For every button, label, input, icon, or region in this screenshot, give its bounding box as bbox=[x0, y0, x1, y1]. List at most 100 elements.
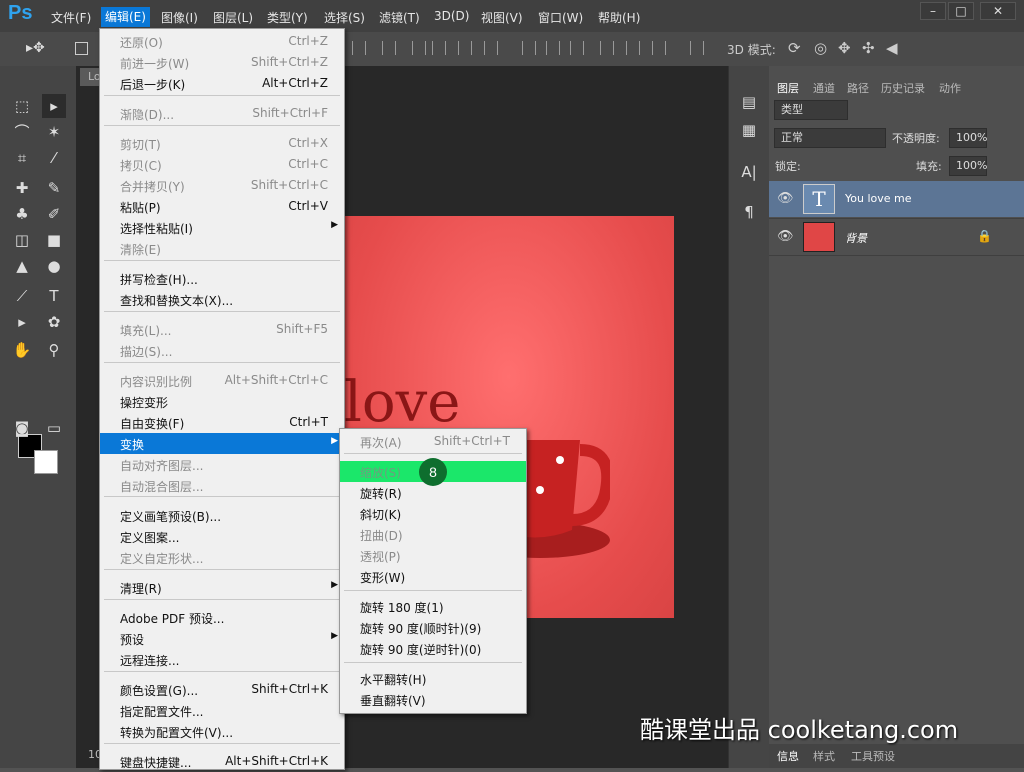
background-color-swatch[interactable] bbox=[34, 450, 58, 474]
eyedropper-icon[interactable]: ⁄ bbox=[42, 146, 66, 170]
edit-menu-item[interactable]: 定义画笔预设(B)... bbox=[100, 505, 344, 526]
align-top-icon[interactable] bbox=[352, 41, 366, 55]
tab-paths[interactable]: 路径 bbox=[847, 80, 869, 96]
edit-menu-item[interactable]: 填充(L)... Shift+F5 bbox=[100, 319, 344, 340]
align-vcenter-icon[interactable] bbox=[382, 41, 396, 55]
distribute-top-icon[interactable] bbox=[522, 41, 536, 55]
type-tool-icon[interactable]: T bbox=[42, 284, 66, 308]
edit-menu-item[interactable]: 自动对齐图层... bbox=[100, 454, 344, 475]
align-hcenter-icon[interactable] bbox=[458, 41, 472, 55]
edit-menu-item[interactable]: 还原(O) Ctrl+Z bbox=[100, 31, 344, 52]
edit-menu-item[interactable]: 查找和替换文本(X)... bbox=[100, 289, 344, 310]
layer-row-text[interactable]: 👁 T You love me bbox=[769, 181, 1024, 217]
edit-menu-item[interactable]: 渐隐(D)... Shift+Ctrl+F bbox=[100, 103, 344, 124]
marquee-tool-icon[interactable]: ⬚ bbox=[10, 94, 34, 118]
transform-menu-item[interactable]: 扭曲(D) bbox=[340, 524, 526, 545]
eraser-tool-icon[interactable]: ◫ bbox=[10, 228, 34, 252]
history-panel-icon[interactable]: ▤ bbox=[737, 90, 761, 114]
quick-mask-icon[interactable]: ◙ bbox=[10, 416, 34, 440]
pen-tool-icon[interactable]: ⟋ bbox=[10, 284, 34, 308]
edit-menu-item[interactable]: 自动混合图层... bbox=[100, 475, 344, 496]
edit-menu-item[interactable]: 定义图案... bbox=[100, 526, 344, 547]
dodge-tool-icon[interactable]: ● bbox=[42, 254, 66, 278]
screen-mode-icon[interactable]: ▭ bbox=[42, 416, 66, 440]
edit-menu-item[interactable]: 剪切(T) Ctrl+X bbox=[100, 133, 344, 154]
layer-name[interactable]: You love me bbox=[845, 192, 912, 205]
layer-name[interactable]: 背景 bbox=[845, 230, 867, 246]
distribute-right-icon[interactable] bbox=[652, 41, 666, 55]
menu-type[interactable]: 类型(Y) bbox=[267, 9, 308, 26]
hand-tool-icon[interactable]: ✋ bbox=[10, 338, 34, 362]
edit-menu-item[interactable]: 变换 ▶ bbox=[100, 433, 344, 454]
visibility-eye-icon[interactable]: 👁 bbox=[777, 191, 794, 206]
menu-image[interactable]: 图像(I) bbox=[161, 9, 198, 26]
distribute-bottom-icon[interactable] bbox=[570, 41, 584, 55]
transform-menu-item[interactable]: 透视(P) bbox=[340, 545, 526, 566]
menu-edit[interactable]: 编辑(E) bbox=[101, 7, 150, 27]
edit-menu-item[interactable]: 定义自定形状... bbox=[100, 547, 344, 568]
lasso-tool-icon[interactable]: ⌒ bbox=[10, 120, 34, 144]
3d-rotate-icon[interactable]: ⟳ bbox=[788, 39, 801, 57]
edit-menu-item[interactable]: 远程连接... bbox=[100, 649, 344, 670]
menu-view[interactable]: 视图(V) bbox=[481, 9, 523, 26]
gradient-tool-icon[interactable]: ■ bbox=[42, 228, 66, 252]
align-bottom-icon[interactable] bbox=[412, 41, 426, 55]
close-button[interactable]: ✕ bbox=[980, 2, 1016, 20]
layer-row-background[interactable]: 👁 背景 🔒 bbox=[769, 218, 1024, 256]
edit-menu-item[interactable]: 清除(E) bbox=[100, 238, 344, 259]
tab-styles[interactable]: 样式 bbox=[813, 748, 835, 764]
edit-menu-item[interactable]: 选择性粘贴(I) ▶ bbox=[100, 217, 344, 238]
distribute-left-icon[interactable] bbox=[600, 41, 614, 55]
distribute-vcenter-icon[interactable] bbox=[546, 41, 560, 55]
menu-select[interactable]: 选择(S) bbox=[324, 9, 365, 26]
edit-menu-item[interactable]: 指定配置文件... bbox=[100, 700, 344, 721]
align-left-icon[interactable] bbox=[432, 41, 446, 55]
blur-tool-icon[interactable]: ▲ bbox=[10, 254, 34, 278]
transform-menu-item[interactable]: 水平翻转(H) bbox=[340, 668, 526, 689]
edit-menu-item[interactable]: 内容识别比例 Alt+Shift+Ctrl+C bbox=[100, 370, 344, 391]
transform-menu-item[interactable]: 旋转 180 度(1) bbox=[340, 596, 526, 617]
transform-menu-item[interactable]: 斜切(K) bbox=[340, 503, 526, 524]
properties-panel-icon[interactable]: ▦ bbox=[737, 118, 761, 142]
3d-roll-icon[interactable]: ◎ bbox=[814, 39, 827, 57]
transform-menu-item[interactable]: 再次(A) Shift+Ctrl+T bbox=[340, 431, 526, 452]
edit-menu-item[interactable]: Adobe PDF 预设... bbox=[100, 607, 344, 628]
3d-slide-icon[interactable]: ✣ bbox=[862, 39, 875, 57]
move-tool-icon[interactable]: ▸ bbox=[42, 94, 66, 118]
auto-align-icon[interactable] bbox=[690, 41, 704, 55]
edit-menu-item[interactable]: 清理(R) ▶ bbox=[100, 577, 344, 598]
blend-mode-select[interactable]: 正常 bbox=[774, 128, 886, 148]
maximize-button[interactable]: □ bbox=[948, 2, 974, 20]
zoom-tool-icon[interactable]: ⚲ bbox=[42, 338, 66, 362]
edit-menu-item[interactable]: 后退一步(K) Alt+Ctrl+Z bbox=[100, 73, 344, 94]
edit-menu-item[interactable]: 描边(S)... bbox=[100, 340, 344, 361]
menu-filter[interactable]: 滤镜(T) bbox=[379, 9, 420, 26]
paragraph-panel-icon[interactable]: ¶ bbox=[737, 200, 761, 224]
path-select-icon[interactable]: ▸ bbox=[10, 310, 34, 334]
transform-menu-item[interactable]: 变形(W) bbox=[340, 566, 526, 587]
crop-tool-icon[interactable]: ⌗ bbox=[10, 146, 34, 170]
align-right-icon[interactable] bbox=[484, 41, 498, 55]
3d-pan-icon[interactable]: ✥ bbox=[838, 39, 851, 57]
tab-layers[interactable]: 图层 bbox=[777, 80, 799, 96]
brush-tool-icon[interactable]: ✎ bbox=[42, 176, 66, 200]
move-tool-icon[interactable]: ▸✥ bbox=[26, 40, 45, 56]
minimize-button[interactable]: – bbox=[920, 2, 946, 20]
character-panel-icon[interactable]: A| bbox=[737, 160, 761, 184]
edit-menu-item[interactable]: 自由变换(F) Ctrl+T bbox=[100, 412, 344, 433]
history-brush-icon[interactable]: ✐ bbox=[42, 202, 66, 226]
tab-tool-presets[interactable]: 工具预设 bbox=[851, 748, 895, 764]
magic-wand-icon[interactable]: ✶ bbox=[42, 120, 66, 144]
transform-menu-item[interactable]: 旋转 90 度(顺时针)(9) bbox=[340, 617, 526, 638]
edit-menu-item[interactable]: 预设 ▶ bbox=[100, 628, 344, 649]
menu-3d[interactable]: 3D(D) bbox=[434, 9, 469, 23]
distribute-hcenter-icon[interactable] bbox=[626, 41, 640, 55]
edit-menu-item[interactable]: 转换为配置文件(V)... bbox=[100, 721, 344, 742]
menu-window[interactable]: 窗口(W) bbox=[538, 9, 583, 26]
visibility-eye-icon[interactable]: 👁 bbox=[777, 229, 794, 244]
tab-actions[interactable]: 动作 bbox=[939, 80, 961, 96]
tab-channels[interactable]: 通道 bbox=[813, 80, 835, 96]
edit-menu-item[interactable]: 拼写检查(H)... bbox=[100, 268, 344, 289]
3d-scale-icon[interactable]: ◀ bbox=[886, 39, 898, 57]
edit-menu-item[interactable]: 粘贴(P) Ctrl+V bbox=[100, 196, 344, 217]
